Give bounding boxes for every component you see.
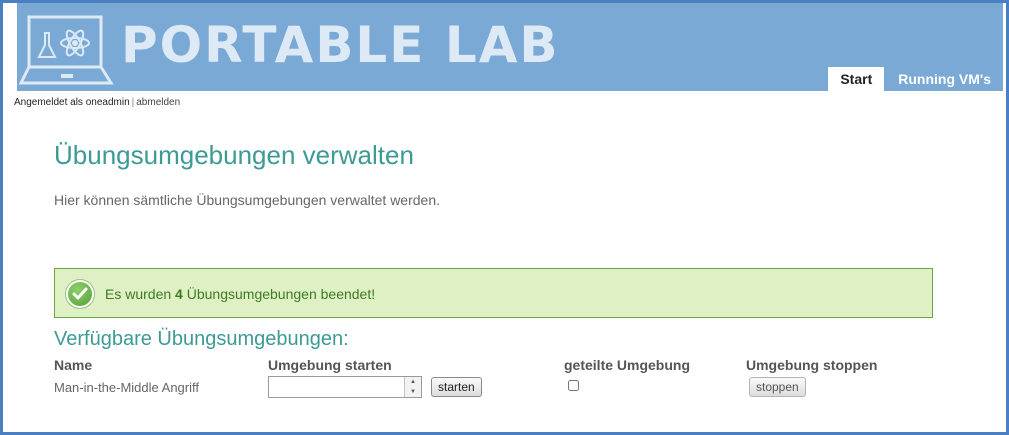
success-text: Es wurden 4 Übungsumgebungen beendet!	[105, 286, 375, 302]
environment-name: Man-in-the-Middle Angriff	[54, 380, 199, 395]
user-bar: Angemeldet als oneadmin | abmelden	[14, 97, 180, 108]
success-prefix: Es wurden	[105, 286, 172, 302]
checkmark-circle-icon	[66, 280, 94, 308]
logged-in-text: Angemeldet als oneadmin	[14, 97, 130, 108]
column-header-name: Name	[54, 357, 93, 373]
laptop-atom-icon	[18, 11, 115, 94]
stepper-up-icon[interactable]: ▲	[405, 377, 421, 387]
tab-start[interactable]: Start	[828, 67, 885, 91]
success-suffix: Übungsumgebungen beendet!	[186, 286, 376, 302]
column-header-shared: geteilte Umgebung	[564, 357, 691, 373]
nav-tabs: Start Running VM's	[828, 67, 1003, 91]
start-count-stepper: ▲ ▼	[268, 376, 422, 398]
column-header-start: Umgebung starten	[268, 357, 392, 373]
separator: |	[131, 97, 135, 108]
success-message: Es wurden 4 Übungsumgebungen beendet!	[54, 268, 933, 318]
page-title: Übungsumgebungen verwalten	[54, 140, 414, 170]
section-title: Verfügbare Übungsumgebungen:	[54, 328, 349, 350]
shared-environment-checkbox[interactable]	[568, 380, 579, 391]
start-count-input[interactable]	[269, 377, 405, 395]
success-count: 4	[175, 286, 183, 302]
tab-running-vms[interactable]: Running VM's	[886, 67, 1003, 91]
header: PORTABLE LAB Start Running VM's	[17, 3, 1003, 91]
stepper-down-icon[interactable]: ▼	[405, 387, 421, 397]
column-header-stop: Umgebung stoppen	[746, 357, 878, 373]
page-description: Hier können sämtliche Übungsumgebungen v…	[54, 192, 440, 208]
start-button[interactable]: starten	[431, 377, 482, 397]
stop-button[interactable]: stoppen	[749, 377, 806, 397]
stepper-buttons: ▲ ▼	[404, 377, 421, 397]
logout-link[interactable]: abmelden	[136, 97, 180, 108]
brand-title: PORTABLE LAB	[121, 16, 560, 74]
